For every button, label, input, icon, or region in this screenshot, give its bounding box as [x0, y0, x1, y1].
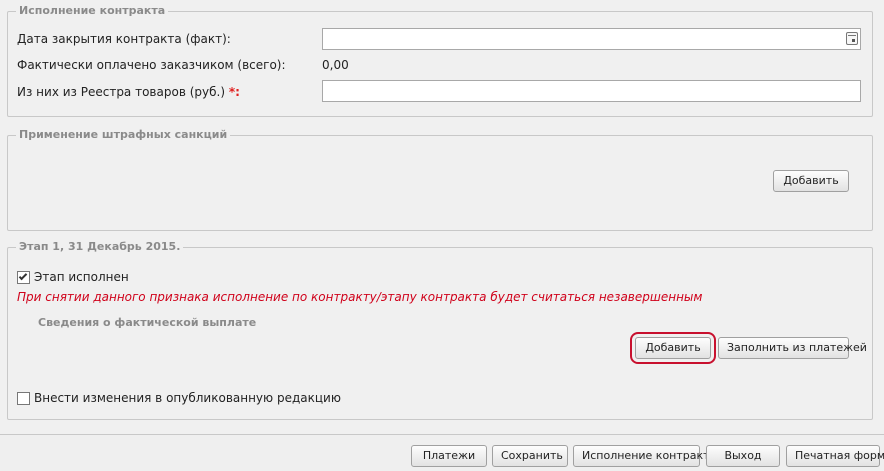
stage-completed-label: Этап исполнен [34, 270, 129, 284]
calendar-icon[interactable] [846, 32, 858, 45]
penalties-section: Применение штрафных санкций [7, 128, 873, 231]
registry-amount-label-text: Из них из Реестра товаров (руб.) [17, 85, 226, 99]
exit-button[interactable]: Выход [706, 445, 780, 467]
actual-payments-sublegend: Сведения о фактической выплате [38, 316, 257, 329]
stage-warning-text: При снятии данного признака исполнение п… [17, 290, 703, 304]
fill-from-payments-button[interactable]: Заполнить из платежей [718, 337, 867, 359]
paid-total-label: Фактически оплачено заказчиком (всего): [17, 58, 286, 72]
print-form-button[interactable]: Печатная форма [786, 445, 884, 467]
paid-total-value: 0,00 [322, 58, 349, 72]
checkmark-icon [18, 271, 28, 281]
publish-changes-checkbox[interactable] [17, 392, 30, 405]
required-marker: *: [228, 85, 240, 99]
penalties-legend: Применение штрафных санкций [16, 128, 231, 141]
close-date-label: Дата закрытия контракта (факт): [17, 32, 231, 46]
close-date-input[interactable] [322, 28, 861, 50]
contract-execution-button[interactable]: Исполнение контракта [573, 445, 716, 467]
publish-changes-label: Внести изменения в опубликованную редакц… [34, 391, 341, 405]
contract-execution-legend: Исполнение контракта [16, 4, 169, 17]
payments-add-button[interactable]: Добавить [630, 332, 716, 364]
registry-amount-input[interactable] [322, 80, 861, 102]
payments-button[interactable]: Платежи [411, 445, 487, 467]
penalties-add-button[interactable]: Добавить [773, 170, 849, 192]
save-button[interactable]: Сохранить [492, 445, 568, 467]
registry-amount-label: Из них из Реестра товаров (руб.) *: [17, 85, 240, 99]
stage-legend: Этап 1, 31 Декабрь 2015. [16, 240, 184, 253]
stage-completed-checkbox[interactable] [17, 271, 30, 284]
